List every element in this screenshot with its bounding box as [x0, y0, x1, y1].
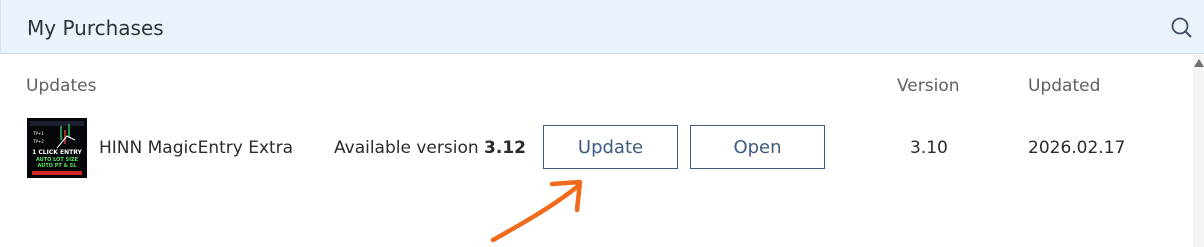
- thumbnail-tag: TP+1: [32, 131, 44, 136]
- available-version-text: Available version 3.12: [334, 138, 526, 158]
- search-icon[interactable]: [1169, 15, 1195, 41]
- scroll-up-arrow-icon[interactable]: [1194, 59, 1204, 67]
- vertical-scrollbar[interactable]: [1193, 55, 1204, 247]
- column-header-updated: Updated: [1028, 76, 1101, 96]
- thumbnail-text: 1 CLICK ENTRY: [32, 149, 82, 156]
- open-button[interactable]: Open: [690, 125, 825, 169]
- table-row: TP+1 TP+2 1 CLICK ENTRY AUTO LOT SIZE AU…: [0, 108, 1190, 188]
- available-version-label: Available version: [334, 138, 485, 158]
- version-cell: 3.10: [910, 138, 948, 158]
- column-header-version: Version: [897, 76, 960, 96]
- header-bar: My Purchases: [0, 0, 1204, 54]
- update-button[interactable]: Update: [543, 125, 678, 169]
- page-title: My Purchases: [27, 16, 164, 40]
- column-header-updates: Updates: [26, 76, 97, 96]
- thumbnail-text: AUTO PT & SL: [38, 163, 78, 169]
- available-version-number: 3.12: [484, 138, 526, 158]
- product-thumbnail: TP+1 TP+2 1 CLICK ENTRY AUTO LOT SIZE AU…: [27, 118, 87, 178]
- product-name: HINN MagicEntry Extra: [99, 138, 294, 158]
- updated-date-cell: 2026.02.17: [1028, 138, 1126, 158]
- purchases-panel: My Purchases Updates Version Updated TP+…: [0, 0, 1204, 247]
- thumbnail-tag: TP+2: [32, 139, 44, 144]
